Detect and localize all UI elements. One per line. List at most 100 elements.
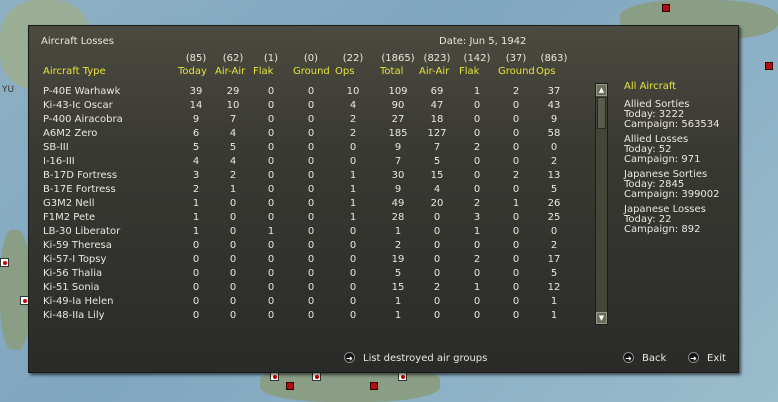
table-row[interactable]: SB-III 5 5 0 0 0 9 7 2 0 0 [29,142,589,156]
cell-value: 7 [394,156,402,167]
cell-value: 0 [433,268,441,279]
cell-value: 5 [229,142,237,153]
cell-value: 5 [550,184,558,195]
cell-value: 5 [550,268,558,279]
cell-value: 19 [391,254,405,265]
cell-value: 0 [512,254,520,265]
cell-value: 0 [192,296,200,307]
cell-value: 1 [394,310,402,321]
column-header[interactable]: Air-Air [419,66,449,77]
column-header[interactable]: Ops [536,66,555,77]
arrow-right-icon: ➜ [344,352,355,363]
cell-value: 0 [229,212,237,223]
table-row[interactable]: Ki-43-Ic Oscar 14 10 0 0 4 90 47 0 0 43 [29,100,589,114]
cell-value: 0 [349,296,357,307]
scroll-up-button[interactable]: ▲ [596,84,607,96]
column-header[interactable]: Flak [459,66,479,77]
cell-value: 0 [267,114,275,125]
list-destroyed-button[interactable]: ➜ List destroyed air groups [344,352,487,364]
cell-value: 18 [430,114,444,125]
cell-value: 1 [229,184,237,195]
cell-value: 0 [267,184,275,195]
column-header[interactable]: Flak [253,66,273,77]
column-header[interactable]: Today [178,66,207,77]
cell-value: 7 [229,114,237,125]
table-row[interactable]: Ki-51 Sonia 0 0 0 0 0 15 2 1 0 12 [29,282,589,296]
back-button[interactable]: ➜ Back [623,352,666,364]
cell-value: 10 [226,100,240,111]
scrollbar[interactable]: ▲ ▼ [595,83,608,325]
base-marker[interactable] [398,372,407,381]
column-header[interactable]: Ops [335,66,354,77]
enemy-base-marker[interactable] [662,4,670,12]
aircraft-filter[interactable]: All Aircraft [624,81,676,92]
base-marker[interactable] [0,258,9,267]
base-marker[interactable] [312,372,321,381]
aircraft-type: F1M2 Pete [43,212,96,223]
table-row[interactable]: P-400 Airacobra 9 7 0 0 2 27 18 0 0 9 [29,114,589,128]
cell-value: 2 [192,184,200,195]
base-marker[interactable] [270,372,279,381]
cell-value: 2 [473,254,481,265]
table-row[interactable]: LB-30 Liberator 1 0 1 0 0 1 0 1 0 0 [29,226,589,240]
cell-value: 0 [307,156,315,167]
cell-value: 25 [547,212,561,223]
cell-value: 0 [229,226,237,237]
table-row[interactable]: B-17D Fortress 3 2 0 0 1 30 15 0 2 13 [29,170,589,184]
table-row[interactable]: Ki-56 Thalia 0 0 0 0 0 5 0 0 0 5 [29,268,589,282]
table-row[interactable]: Ki-48-IIa Lily 0 0 0 0 0 1 0 0 0 1 [29,310,589,324]
stat-campaign: Campaign: 399002 [624,189,720,200]
cell-value: 0 [267,100,275,111]
stat-campaign: Campaign: 892 [624,224,701,235]
scroll-down-button[interactable]: ▼ [596,312,607,324]
cell-value: 3 [192,170,200,181]
cell-value: 20 [430,198,444,209]
table-row[interactable]: Ki-49-Ia Helen 0 0 0 0 0 1 0 0 0 1 [29,296,589,310]
cell-value: 2 [229,170,237,181]
table-row[interactable]: Ki-59 Theresa 0 0 0 0 0 2 0 0 0 2 [29,240,589,254]
cell-value: 13 [547,170,561,181]
cell-value: 0 [267,86,275,97]
cell-value: 0 [473,240,481,251]
table-row[interactable]: B-17E Fortress 2 1 0 0 1 9 4 0 0 5 [29,184,589,198]
cell-value: 1 [349,198,357,209]
cell-value: 1 [550,296,558,307]
cell-value: 0 [229,268,237,279]
column-header[interactable]: Ground [293,66,330,77]
cell-value: 0 [267,282,275,293]
table-row[interactable]: P-40E Warhawk 39 29 0 0 10 109 69 1 2 37 [29,86,589,100]
enemy-base-marker[interactable] [370,382,378,390]
cell-value: 0 [267,128,275,139]
cell-value: 10 [346,86,360,97]
cell-value: 1 [394,226,402,237]
enemy-base-marker[interactable] [286,382,294,390]
enemy-base-marker[interactable] [765,62,773,70]
cell-value: 0 [267,254,275,265]
cell-value: 1 [349,212,357,223]
table-row[interactable]: I-16-III 4 4 0 0 0 7 5 0 0 2 [29,156,589,170]
table-row[interactable]: Ki-57-I Topsy 0 0 0 0 0 19 0 2 0 17 [29,254,589,268]
table-row[interactable]: A6M2 Zero 6 4 0 0 2 185 127 0 0 58 [29,128,589,142]
cell-value: 0 [349,240,357,251]
table-row[interactable]: G3M2 Nell 1 0 0 0 1 49 20 2 1 26 [29,198,589,212]
aircraft-type: Ki-51 Sonia [43,282,100,293]
cell-value: 2 [473,198,481,209]
cell-value: 27 [391,114,405,125]
cell-value: 0 [512,156,520,167]
exit-label: Exit [707,353,726,364]
cell-value: 30 [391,170,405,181]
cell-value: 2 [349,114,357,125]
column-total: (22) [342,53,364,64]
column-header[interactable]: Air-Air [215,66,245,77]
cell-value: 0 [307,240,315,251]
scroll-thumb[interactable] [597,97,606,129]
table-row[interactable]: F1M2 Pete 1 0 0 0 1 28 0 3 0 25 [29,212,589,226]
cell-value: 0 [192,310,200,321]
cell-value: 1 [473,282,481,293]
cell-value: 0 [267,170,275,181]
exit-button[interactable]: ➜ Exit [688,352,726,364]
aircraft-type-header: Aircraft Type [43,66,106,77]
column-header[interactable]: Ground [498,66,535,77]
cell-value: 0 [307,184,315,195]
column-header[interactable]: Total [380,66,403,77]
